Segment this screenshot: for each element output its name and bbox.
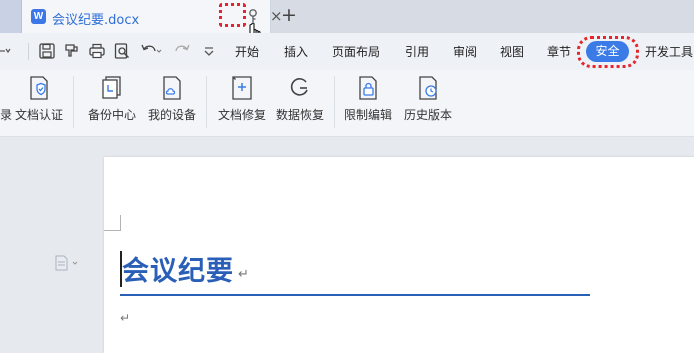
- tab-bar-left-edge: [0, 0, 22, 33]
- backup-icon: [102, 76, 121, 99]
- tab-bar: W 会议纪要.docx × +: [0, 0, 694, 48]
- ribbon-partial-label: 录: [0, 108, 13, 122]
- paragraph-mark: ↵: [238, 267, 249, 282]
- repair-document-icon: [232, 76, 252, 100]
- version-history-button[interactable]: 历史版本: [402, 75, 454, 130]
- ribbon-separator: [334, 76, 335, 128]
- version-history-label: 历史版本: [403, 108, 452, 122]
- print-preview-icon[interactable]: [113, 42, 131, 60]
- menu-insert[interactable]: 插入: [284, 43, 308, 60]
- margin-corner-mark: [120, 215, 121, 231]
- history-document-icon: [419, 76, 437, 100]
- backup-center-label: 备份中心: [87, 108, 136, 122]
- cloud-device-icon: [163, 76, 181, 100]
- undo-icon[interactable]: [140, 42, 162, 60]
- menu-home[interactable]: 开始: [235, 43, 259, 60]
- document-certification-label: 文档认证: [14, 108, 63, 122]
- heading-underline: [120, 294, 590, 296]
- my-devices-button[interactable]: 我的设备: [146, 75, 198, 130]
- toolbar-separator: [28, 43, 29, 60]
- certified-document-icon: [30, 76, 48, 100]
- lock-document-icon: [359, 76, 377, 100]
- data-recovery-button[interactable]: 数据恢复: [274, 75, 326, 130]
- save-icon[interactable]: [38, 42, 56, 60]
- margin-corner-mark: [104, 230, 121, 231]
- document-canvas: 会议纪要 ↵ ↵: [0, 137, 694, 353]
- paragraph-mark: ↵: [120, 311, 131, 325]
- document-tab-title: 会议纪要.docx: [52, 13, 140, 28]
- restrict-editing-label: 限制编辑: [343, 108, 392, 122]
- data-recovery-label: 数据恢复: [275, 108, 324, 122]
- security-highlight-box: [577, 36, 639, 68]
- document-heading[interactable]: 会议纪要: [122, 249, 234, 288]
- menu-toolbar: 开始 插入 页面布局 引用 审阅 视图 章节 安全 开发工具: [0, 33, 694, 70]
- word-doc-icon: W: [31, 9, 46, 24]
- restrict-editing-button[interactable]: 限制编辑: [342, 75, 394, 130]
- menu-chevron-icon[interactable]: [0, 42, 12, 60]
- format-painter-icon[interactable]: [62, 42, 80, 60]
- paragraph-layout-icon[interactable]: [54, 255, 80, 271]
- menu-page-layout[interactable]: 页面布局: [332, 43, 380, 60]
- menu-developer-tools[interactable]: 开发工具: [645, 43, 693, 60]
- menu-view[interactable]: 视图: [500, 43, 524, 60]
- new-tab-button[interactable]: +: [281, 4, 297, 26]
- print-icon[interactable]: [88, 42, 106, 60]
- document-repair-label: 文档修复: [217, 108, 266, 122]
- ribbon-separator: [206, 76, 207, 128]
- menu-review[interactable]: 审阅: [453, 43, 477, 60]
- menu-references[interactable]: 引用: [405, 43, 429, 60]
- recovery-icon: [290, 78, 308, 96]
- document-repair-button[interactable]: 文档修复: [216, 75, 268, 130]
- customize-toolbar-icon[interactable]: [200, 42, 218, 60]
- redo-icon[interactable]: [173, 42, 191, 60]
- my-devices-label: 我的设备: [147, 108, 196, 122]
- ribbon-separator: [73, 76, 74, 128]
- menu-section[interactable]: 章节: [547, 43, 571, 60]
- backup-center-button[interactable]: 备份中心: [86, 75, 138, 130]
- document-certification-button[interactable]: 文档认证: [14, 75, 64, 130]
- security-ribbon: 录 文档认证 备份中心 我的设备 文档修复 数据恢复 限制编辑 历史版本: [0, 70, 694, 137]
